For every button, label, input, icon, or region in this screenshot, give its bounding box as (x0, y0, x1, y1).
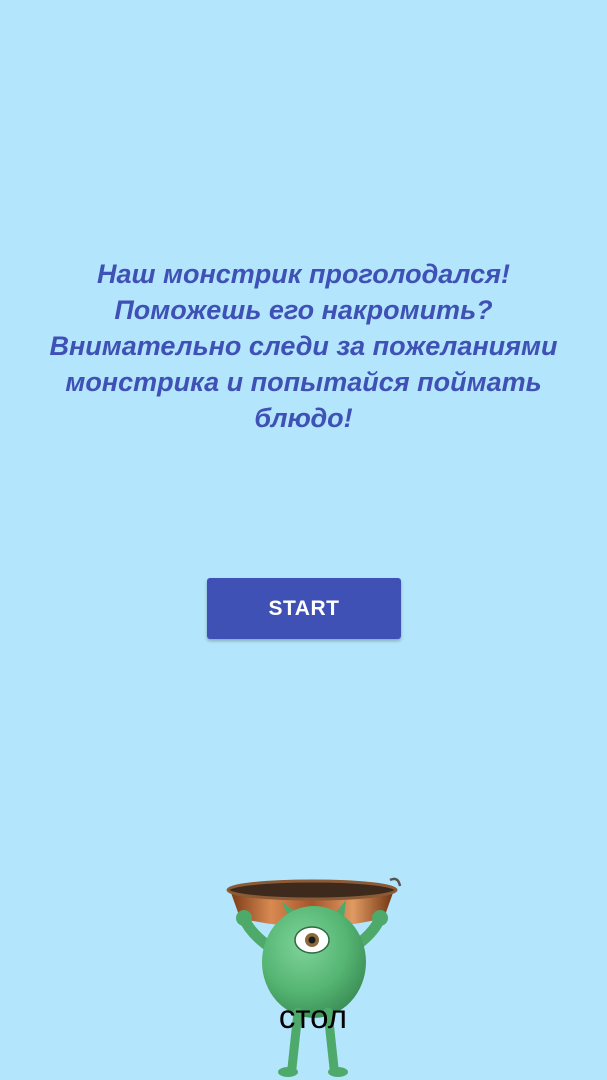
intro-text: Наш монстрик проголодался! Поможешь его … (20, 256, 587, 436)
intro-line-1: Наш монстрик проголодался! (96, 259, 510, 289)
monster-character[interactable] (224, 872, 404, 1080)
intro-line-4: монстрика и попытайся поймать (65, 367, 542, 397)
intro-line-3: Внимательно следи за пожеланиями (49, 331, 558, 361)
intro-line-2: Поможешь его накромить? (114, 295, 493, 325)
start-button[interactable]: START (207, 578, 401, 639)
intro-line-5: блюдо! (254, 403, 353, 433)
monster-eye-icon (294, 926, 330, 954)
food-label: стол (278, 998, 348, 1035)
